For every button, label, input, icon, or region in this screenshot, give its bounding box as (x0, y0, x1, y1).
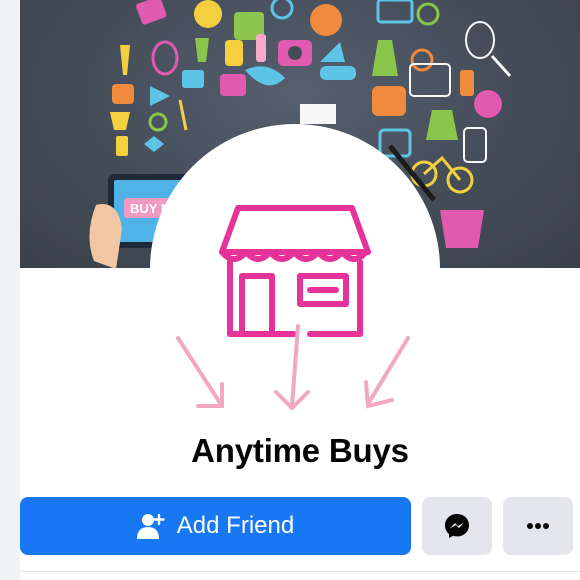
add-friend-label: Add Friend (176, 512, 295, 539)
profile-actions: Add Friend (0, 497, 580, 555)
more-icon (527, 523, 549, 529)
add-friend-button[interactable]: Add Friend (20, 497, 411, 555)
messenger-button[interactable] (422, 497, 492, 555)
arrow-decorations (176, 324, 410, 411)
more-options-button[interactable] (503, 497, 573, 555)
add-user-icon (136, 513, 165, 539)
section-divider (20, 571, 580, 572)
profile-name: Anytime Buys (191, 432, 409, 469)
profile-picture[interactable] (150, 124, 440, 414)
store-icon (176, 205, 410, 411)
left-rail (0, 0, 20, 580)
messenger-icon (445, 514, 469, 538)
